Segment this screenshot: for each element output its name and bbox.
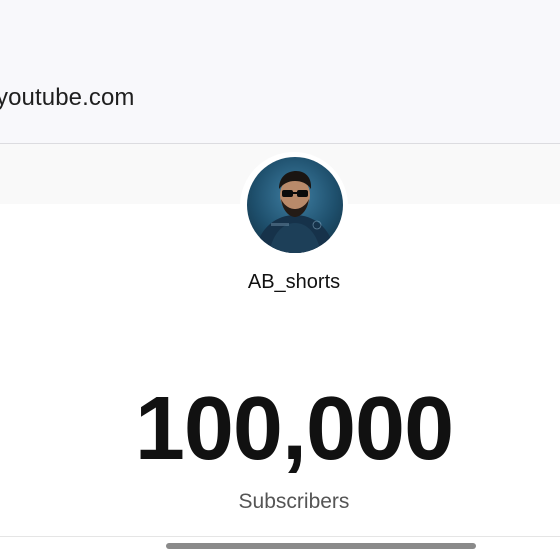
browser-url-bar[interactable]: youtube.com bbox=[0, 0, 560, 144]
person-avatar-icon bbox=[255, 171, 335, 253]
subscriber-label: Subscribers bbox=[238, 490, 350, 513]
channel-avatar[interactable] bbox=[247, 157, 343, 253]
channel-name[interactable]: AB_shorts bbox=[14, 271, 560, 294]
url-text[interactable]: youtube.com bbox=[0, 84, 135, 112]
divider bbox=[0, 536, 560, 537]
subscriber-count: 100,000 bbox=[134, 379, 454, 479]
home-indicator[interactable] bbox=[166, 543, 476, 549]
